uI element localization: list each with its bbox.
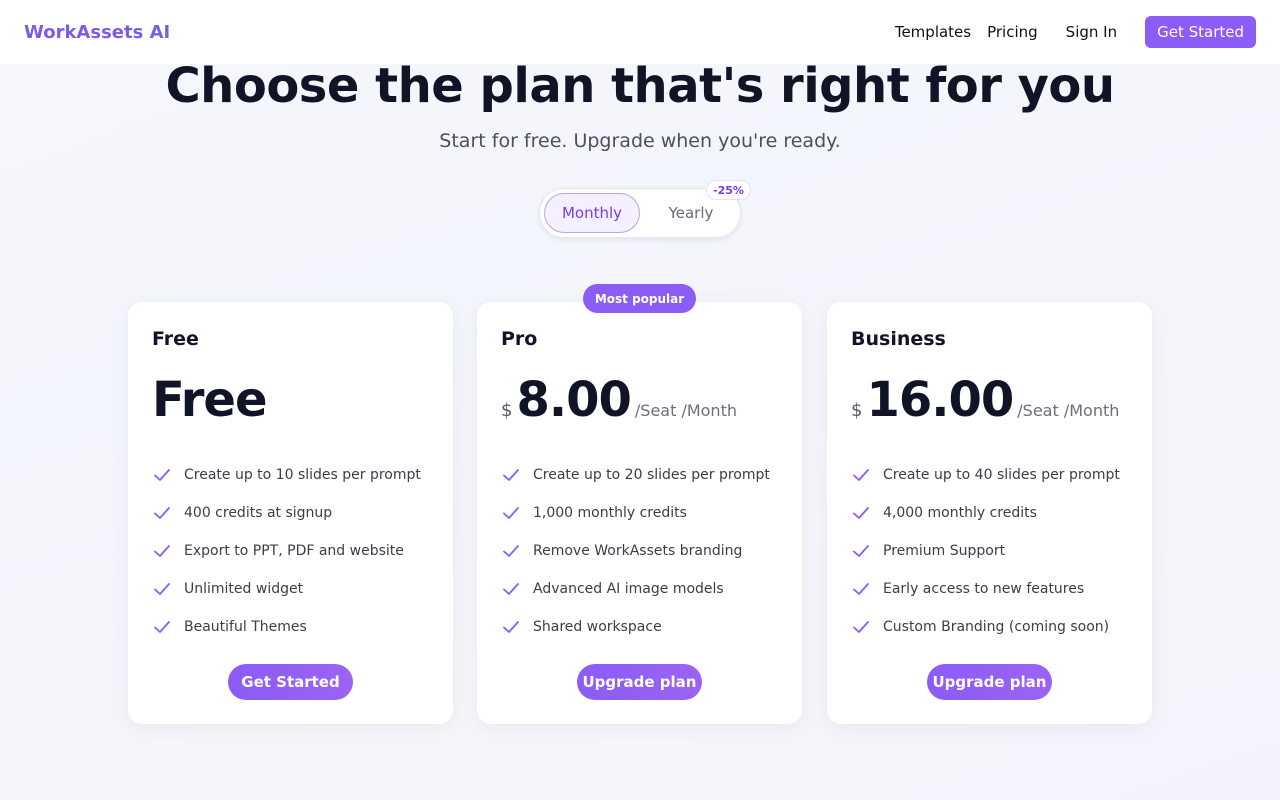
- plan-name: Business: [851, 328, 946, 350]
- feature-item: Unlimited widget: [152, 570, 421, 608]
- check-icon: [154, 545, 170, 557]
- feature-text: Create up to 20 slides per prompt: [533, 467, 770, 483]
- feature-text: 400 credits at signup: [184, 505, 333, 521]
- check-icon: [154, 507, 170, 519]
- price-currency: $: [501, 400, 513, 421]
- check-icon: [503, 507, 519, 519]
- check-icon: [503, 545, 519, 557]
- nav-link-templates[interactable]: Templates: [895, 23, 971, 41]
- price-row: $ 8.00 /Seat /Month: [501, 372, 737, 428]
- feature-item: Remove WorkAssets branding: [501, 532, 770, 570]
- feature-text: Create up to 40 slides per prompt: [883, 467, 1120, 483]
- price-row: Free: [152, 372, 267, 428]
- check-icon: [853, 545, 869, 557]
- plan-card-free: Free Free Create up to 10 slides per pro…: [128, 302, 453, 724]
- feature-text: Export to PPT, PDF and website: [184, 543, 404, 559]
- brand-logo[interactable]: WorkAssets AI: [24, 22, 170, 43]
- price-currency: $: [851, 400, 863, 421]
- check-icon: [503, 583, 519, 595]
- check-icon: [853, 621, 869, 633]
- free-get-started-button[interactable]: Get Started: [228, 664, 353, 700]
- check-icon: [853, 583, 869, 595]
- plan-price: 8.00: [516, 372, 631, 428]
- feature-item: Shared workspace: [501, 608, 770, 646]
- feature-item: Create up to 20 slides per prompt: [501, 456, 770, 494]
- feature-text: Advanced AI image models: [533, 581, 724, 597]
- feature-item: Create up to 40 slides per prompt: [851, 456, 1120, 494]
- feature-text: 4,000 monthly credits: [883, 505, 1037, 521]
- feature-text: Custom Branding (coming soon): [883, 619, 1110, 635]
- toggle-monthly[interactable]: Monthly: [544, 193, 640, 233]
- pro-upgrade-button[interactable]: Upgrade plan: [577, 664, 702, 700]
- plan-card-business: Business $ 16.00 /Seat /Month Create up …: [827, 302, 1152, 724]
- feature-item: Beautiful Themes: [152, 608, 421, 646]
- sign-in-link[interactable]: Sign In: [1066, 23, 1117, 41]
- feature-item: Early access to new features: [851, 570, 1120, 608]
- feature-item: Premium Support: [851, 532, 1120, 570]
- feature-text: Shared workspace: [533, 619, 662, 635]
- feature-item: Create up to 10 slides per prompt: [152, 456, 421, 494]
- page-title: Choose the plan that's right for you: [165, 58, 1115, 114]
- feature-item: 1,000 monthly credits: [501, 494, 770, 532]
- billing-toggle: Monthly Yearly -25%: [539, 180, 751, 238]
- plan-price: Free: [152, 372, 267, 428]
- feature-item: 400 credits at signup: [152, 494, 421, 532]
- most-popular-badge: Most popular: [583, 284, 696, 313]
- nav-link-pricing[interactable]: Pricing: [987, 23, 1038, 41]
- discount-badge: -25%: [706, 180, 751, 200]
- feature-list: Create up to 40 slides per prompt 4,000 …: [851, 456, 1120, 646]
- feature-text: Premium Support: [883, 543, 1006, 559]
- feature-list: Create up to 10 slides per prompt 400 cr…: [152, 456, 421, 646]
- check-icon: [503, 469, 519, 481]
- plan-card-pro: Most popular Pro $ 8.00 /Seat /Month Cre…: [477, 284, 802, 724]
- check-icon: [154, 583, 170, 595]
- feature-text: 1,000 monthly credits: [533, 505, 687, 521]
- plan-name: Free: [152, 328, 199, 350]
- business-upgrade-button[interactable]: Upgrade plan: [927, 664, 1052, 700]
- plan-price: 16.00: [866, 372, 1014, 428]
- price-period: /Seat /Month: [634, 401, 737, 420]
- feature-item: Advanced AI image models: [501, 570, 770, 608]
- check-icon: [853, 507, 869, 519]
- nav-links: Templates Pricing Sign In Get Started: [879, 16, 1256, 48]
- feature-item: Custom Branding (coming soon): [851, 608, 1120, 646]
- feature-text: Create up to 10 slides per prompt: [184, 467, 421, 483]
- page-subtitle: Start for free. Upgrade when you're read…: [439, 130, 841, 152]
- feature-text: Unlimited widget: [184, 581, 304, 597]
- feature-list: Create up to 20 slides per prompt 1,000 …: [501, 456, 770, 646]
- price-period: /Seat /Month: [1017, 401, 1120, 420]
- price-row: $ 16.00 /Seat /Month: [851, 372, 1119, 428]
- feature-text: Beautiful Themes: [184, 619, 307, 635]
- top-nav: WorkAssets AI Templates Pricing Sign In …: [0, 0, 1280, 64]
- check-icon: [154, 469, 170, 481]
- feature-text: Early access to new features: [883, 581, 1085, 597]
- feature-text: Remove WorkAssets branding: [533, 543, 743, 559]
- feature-item: Export to PPT, PDF and website: [152, 532, 421, 570]
- check-icon: [853, 469, 869, 481]
- get-started-button[interactable]: Get Started: [1145, 16, 1256, 48]
- check-icon: [154, 621, 170, 633]
- plan-name: Pro: [501, 328, 538, 350]
- check-icon: [503, 621, 519, 633]
- feature-item: 4,000 monthly credits: [851, 494, 1120, 532]
